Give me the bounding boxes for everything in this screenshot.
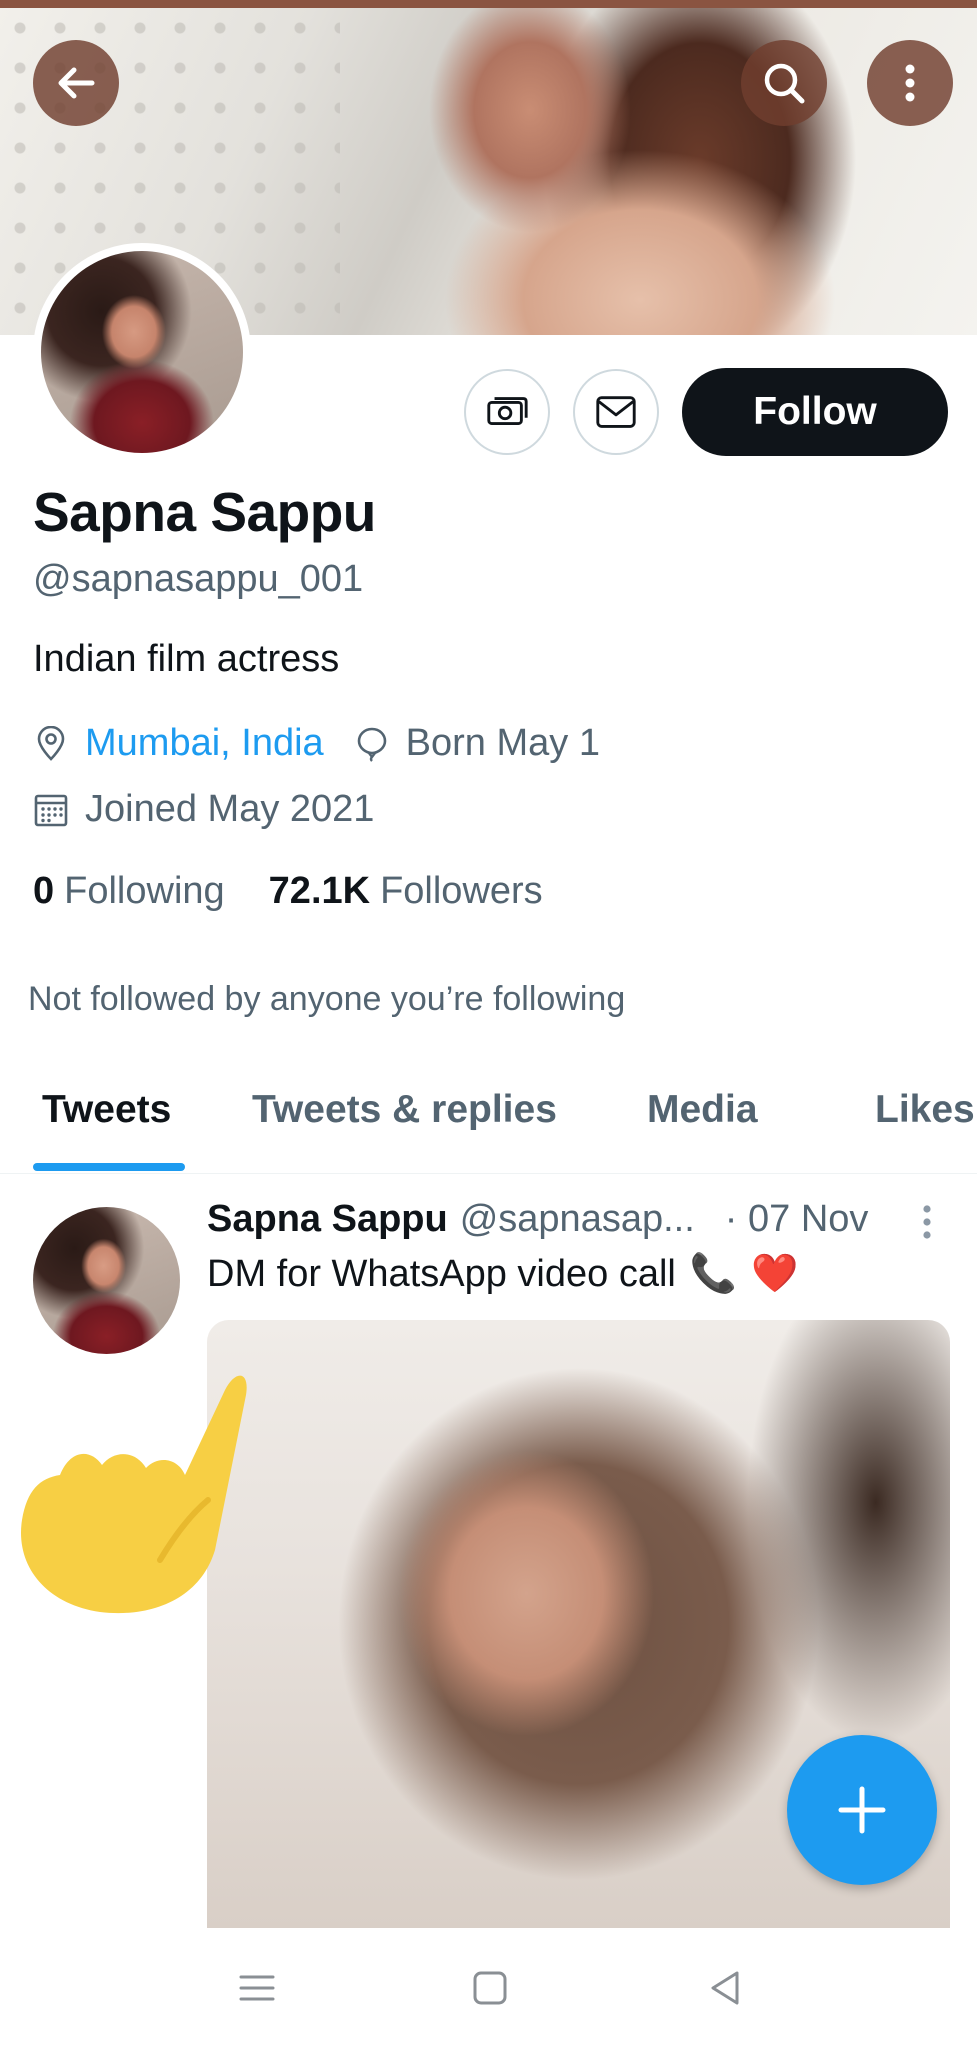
pointing-hand-sticker [20,1375,247,1614]
tab-tweets[interactable]: Tweets [42,1088,171,1132]
system-navigation-bar [0,1928,977,2048]
birthday-text: Born May 1 [405,722,600,764]
follow-button[interactable]: Follow [682,368,948,456]
calendar-icon [34,794,68,826]
search-button[interactable] [741,40,827,126]
followers-stat[interactable]: 72.1K Followers [269,870,543,913]
back-button[interactable] [33,40,119,126]
tweet-more-icon[interactable] [912,1202,942,1242]
profile-bio: Indian film actress [33,638,340,680]
tab-likes[interactable]: Likes [875,1088,975,1132]
back-nav-icon[interactable] [705,1968,745,2008]
joined-row: Joined May 2021 [33,788,374,831]
following-count: 0 [33,870,55,912]
joined-text: Joined May 2021 [85,788,375,830]
home-icon[interactable] [470,1968,510,2008]
compose-tweet-button[interactable] [787,1735,937,1885]
tweet-date[interactable]: · 07 Nov [725,1198,869,1241]
plus-icon [838,1786,886,1834]
money-icon [487,397,528,425]
banner-top-strip [0,0,977,8]
search-icon [764,63,805,104]
arrow-left-icon [58,67,95,99]
active-tab-indicator [33,1163,185,1171]
phone-emoji: 📞 [689,1253,738,1295]
tweet-author-name[interactable]: Sapna Sappu [207,1198,448,1241]
profile-name: Sapna Sappu [33,481,376,543]
followers-label: Followers [380,870,543,912]
location-pin-icon [37,725,65,761]
tweet-author-handle[interactable]: @sapnasap... [460,1198,695,1241]
profile-avatar[interactable] [33,243,251,461]
tweet-header: Sapna Sappu @sapnasap... · 07 Nov [207,1198,868,1241]
heart-emoji: ❤️ [751,1253,799,1295]
tweet-body: DM for WhatsApp video call [207,1252,676,1295]
balloon-icon [357,727,386,762]
more-options-button[interactable] [867,40,953,126]
recent-apps-icon[interactable] [237,1968,277,2008]
tab-tweets-replies[interactable]: Tweets & replies [252,1088,557,1132]
profile-tabs: Tweets Tweets & replies Media Likes [0,1070,977,1174]
followers-count: 72.1K [268,870,371,912]
more-vertical-icon [905,64,915,102]
following-label: Following [64,870,225,912]
profile-handle: @sapnasappu_001 [33,558,364,600]
follow-stats: 0 Following 72.1K Followers [33,870,543,913]
message-button[interactable] [573,369,659,455]
following-stat[interactable]: 0 Following [33,870,225,913]
envelope-icon [596,396,636,428]
not-followed-notice: Not followed by anyone you’re following [28,980,626,1018]
avatar-image [41,251,243,453]
tip-button[interactable] [464,369,550,455]
tweet-text: DM for WhatsApp video call 📞 ❤️ [207,1252,799,1296]
location-row: Mumbai, India Born May 1 [33,722,600,765]
location-link[interactable]: Mumbai, India [85,722,324,765]
tab-media[interactable]: Media [647,1088,758,1132]
